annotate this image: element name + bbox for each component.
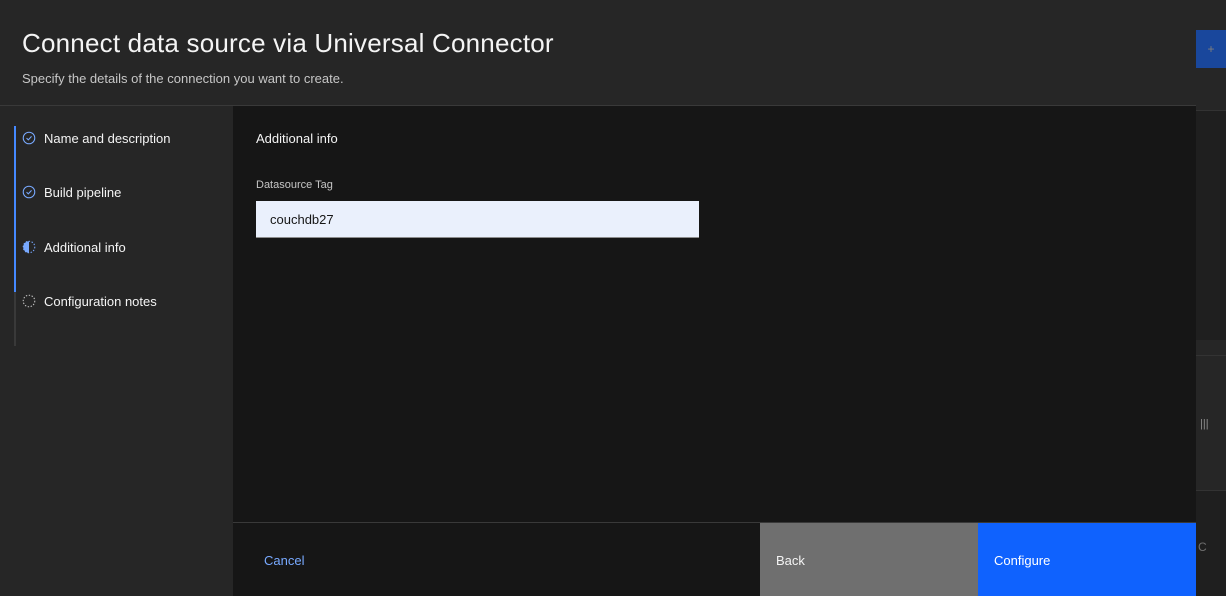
step-label: Additional info <box>44 239 126 255</box>
column-icon: ||| <box>1200 418 1209 430</box>
step-name-and-description[interactable]: Name and description <box>22 128 170 148</box>
connect-data-source-modal: Connect data source via Universal Connec… <box>0 0 1196 596</box>
back-button[interactable]: Back <box>760 523 978 596</box>
add-icon: + <box>1196 30 1226 68</box>
progress-track-complete <box>14 126 16 292</box>
circle-dash-icon <box>22 294 36 308</box>
checkmark-outline-icon <box>22 131 36 145</box>
step-label: Name and description <box>44 130 171 146</box>
background-panel <box>1196 355 1226 450</box>
configure-button[interactable]: Configure <box>978 523 1196 596</box>
modal-subtitle: Specify the details of the connection yo… <box>22 71 344 86</box>
step-build-pipeline[interactable]: Build pipeline <box>22 182 121 202</box>
incomplete-current-icon <box>22 240 36 254</box>
cancel-button[interactable]: Cancel <box>233 523 760 596</box>
datasource-tag-input[interactable] <box>256 201 699 238</box>
datasource-tag-label: Datasource Tag <box>256 179 333 191</box>
progress-indicator: Name and description Build pipeline Addi… <box>0 106 233 596</box>
background-panel <box>1196 110 1226 340</box>
background-page: + ||| C <box>1196 0 1226 596</box>
progress-track <box>14 126 16 346</box>
modal-header: Connect data source via Universal Connec… <box>0 0 1196 106</box>
checkmark-outline-icon <box>22 185 36 199</box>
modal-footer: Cancel Back Configure <box>233 522 1196 596</box>
section-title: Additional info <box>256 131 338 146</box>
background-fragment: C <box>1198 540 1207 554</box>
step-additional-info[interactable]: Additional info <box>22 237 126 257</box>
step-configuration-notes[interactable]: Configuration notes <box>22 291 157 311</box>
modal-content: Additional info Datasource Tag <box>233 106 1196 522</box>
step-label: Build pipeline <box>44 184 122 200</box>
step-label: Configuration notes <box>44 293 157 309</box>
modal-title: Connect data source via Universal Connec… <box>22 28 554 58</box>
